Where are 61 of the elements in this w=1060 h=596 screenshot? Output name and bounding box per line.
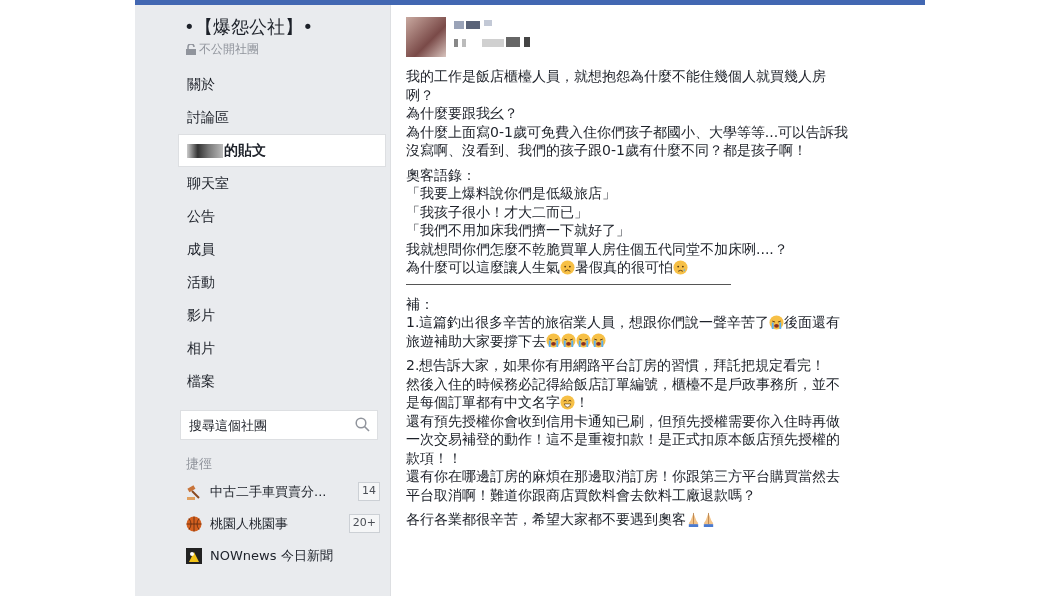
gavel-icon bbox=[186, 483, 202, 500]
post-text: 平台取消啊！難道你跟商店買飲料會去飲料工廠退款嗎？ bbox=[406, 485, 756, 504]
post-text: 2.想告訴大家，如果你有用網路平台訂房的習慣，拜託把規定看完！ bbox=[406, 356, 826, 375]
lock-icon bbox=[186, 43, 196, 55]
post-text: 咧？ bbox=[406, 85, 434, 104]
post-text: 然後入住的時候務必記得給飯店訂單編號，櫃檯不是戶政事務所，並不 bbox=[406, 374, 840, 393]
post-text: 為什麼可以這麼讓人生氣 bbox=[406, 258, 560, 277]
count-badge: 14 bbox=[358, 482, 380, 501]
sidebar-item[interactable]: 影片 bbox=[170, 299, 390, 332]
post-text: 我就想問你們怎麼不乾脆買單人房住個五代同堂不加床咧....？ bbox=[406, 239, 788, 258]
folded-hands-icon bbox=[701, 511, 716, 527]
sidebar-item[interactable]: 檔案 bbox=[170, 365, 390, 398]
post-text: 還有預先授權你會收到信用卡通知已刷，但預先授權需要你入住時再做 bbox=[406, 411, 840, 430]
post-text: 「我們不用加床我們擠一下就好了」 bbox=[406, 221, 630, 240]
crying-face-icon bbox=[769, 314, 785, 330]
post-text: 1.這篇釣出很多辛苦的旅宿業人員，想跟你們說一聲辛苦了 bbox=[406, 313, 770, 332]
post-text: 「我孩子很小！才大二而已」 bbox=[406, 202, 588, 221]
post-text: 沒寫啊、沒看到、我們的孩子跟0-1歲有什麼不同？都是孩子啊！ bbox=[406, 141, 807, 160]
search-icon[interactable] bbox=[355, 417, 370, 432]
post-text: 奧客語錄： bbox=[406, 165, 476, 184]
post-text: 暑假真的很可怕 bbox=[575, 258, 673, 277]
crying-face-icon bbox=[591, 333, 606, 349]
sidebar-item[interactable]: 的貼文 bbox=[178, 134, 386, 167]
sidebar-item[interactable]: 討論區 bbox=[170, 101, 390, 134]
folded-hands-icon bbox=[686, 511, 701, 527]
basketball-icon bbox=[186, 515, 202, 532]
post-text: 款項！！ bbox=[406, 448, 462, 467]
count-badge: 20+ bbox=[348, 514, 380, 533]
post-text: 我的工作是飯店櫃檯人員，就想抱怨為什麼不能住幾個人就買幾人房 bbox=[406, 67, 826, 86]
sidebar-item[interactable]: 活動 bbox=[170, 266, 390, 299]
crying-face-icon bbox=[576, 333, 591, 349]
group-name[interactable]: •【爆怨公社】• bbox=[170, 13, 390, 40]
post-text: 為什麼要跟我幺？ bbox=[406, 104, 518, 123]
post-text: 一次交易補登的動作！這不是重複扣款！是正式扣原本飯店預先授權的 bbox=[406, 430, 840, 449]
shortcut-link[interactable]: NOWnews 今日新聞 bbox=[210, 545, 380, 566]
post-text: 為什麼上面寫0-1歲可免費入住你們孩子都國小、大學等等...可以告訴我 bbox=[406, 122, 849, 141]
sidebar-item[interactable]: 聊天室 bbox=[170, 167, 390, 200]
post-text: 各行各業都很辛苦，希望大家都不要遇到奧客 bbox=[406, 510, 686, 529]
frowning-face-icon bbox=[560, 259, 575, 275]
section-heading: 捷徑 bbox=[186, 455, 213, 473]
post-text: 「我要上爆料說你們是低級旅店」 bbox=[406, 184, 616, 203]
post-text: 後面還有 bbox=[784, 313, 841, 332]
shortcut-link[interactable]: 中古二手車買賣分... bbox=[210, 481, 350, 502]
avatar-placeholder bbox=[406, 17, 446, 57]
post-text: ！ bbox=[575, 393, 589, 412]
sidebar-item[interactable]: 公告 bbox=[170, 200, 390, 233]
sidebar-item[interactable]: 關於 bbox=[170, 68, 390, 101]
sidebar-item[interactable]: 相片 bbox=[170, 332, 390, 365]
post-text: 還有你在哪邊訂房的麻煩在那邊取消訂房！你跟第三方平台購買當然去 bbox=[406, 467, 840, 486]
tearful-face-icon bbox=[673, 259, 688, 275]
crying-face-icon bbox=[561, 333, 576, 349]
post-text: 補： bbox=[406, 294, 434, 313]
sidebar-item[interactable]: 成員 bbox=[170, 233, 390, 266]
post-text: 是每個訂單都有中文名字 bbox=[406, 393, 560, 412]
logo-icon bbox=[186, 547, 202, 564]
grinning-face-icon bbox=[560, 394, 575, 410]
post-text: 旅遊補助大家要撐下去 bbox=[406, 331, 546, 350]
privacy-label: 不公開社團 bbox=[199, 41, 259, 58]
crying-face-icon bbox=[546, 333, 561, 349]
search-field[interactable]: 搜尋這個社團 bbox=[180, 410, 378, 440]
shortcut-link[interactable]: 桃園人桃園事 bbox=[210, 513, 341, 534]
